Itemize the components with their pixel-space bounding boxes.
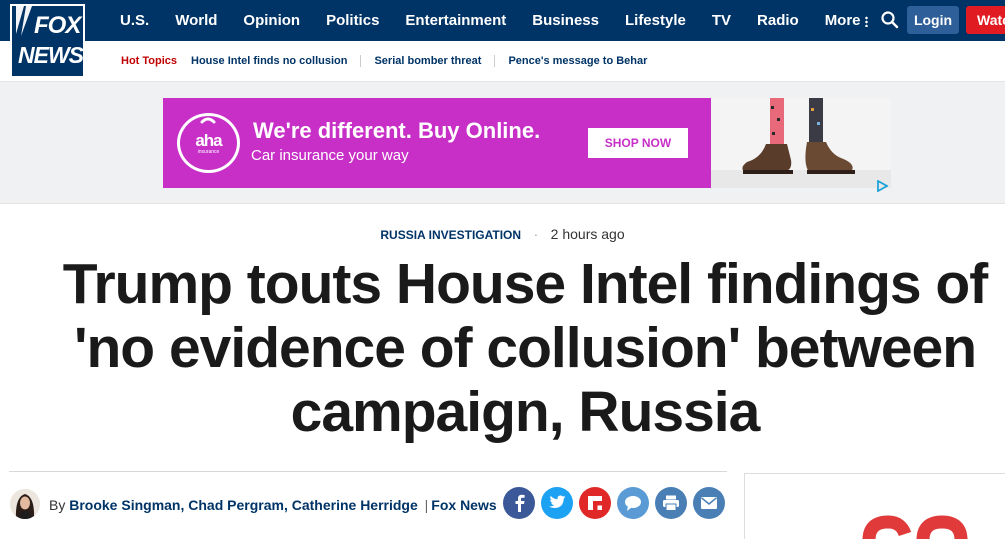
hot-topic-link[interactable]: Serial bomber threat: [360, 55, 494, 67]
ad-logo-text: aha: [195, 131, 222, 150]
nav-item-more[interactable]: More: [825, 12, 868, 29]
watch-button[interactable]: Watch: [966, 6, 1005, 34]
email-icon: [701, 497, 717, 509]
facebook-icon: [515, 494, 525, 512]
article-timestamp: 2 hours ago: [550, 226, 625, 242]
nav-item-entertainment[interactable]: Entertainment: [405, 12, 506, 29]
nav-item-tv[interactable]: TV: [712, 12, 731, 29]
byline-authors[interactable]: Brooke Singman, Chad Pergram, Catherine …: [69, 497, 418, 513]
hot-topic-link[interactable]: Pence's message to Behar: [494, 55, 660, 67]
byline-pipe: |: [424, 497, 429, 513]
nav-item-politics[interactable]: Politics: [326, 12, 379, 29]
ad-brand-logo: aha insurance: [177, 113, 240, 173]
headline-line: campaign, Russia: [290, 380, 761, 444]
nav-item-opinion[interactable]: Opinion: [243, 12, 300, 29]
ad-subline: Car insurance your way: [251, 147, 409, 164]
banner-ad[interactable]: aha insurance We're different. Buy Onlin…: [163, 98, 891, 188]
article-meta: RUSSIA INVESTIGATION · 2 hours ago: [0, 226, 1005, 242]
ad-logo-subtext: insurance: [197, 149, 220, 155]
logo-wordmark-bottom: NEWS: [18, 42, 83, 68]
comment-button[interactable]: [617, 487, 649, 519]
byline-source[interactable]: Fox News: [431, 497, 496, 513]
headline-line: Trump touts House Intel findings of: [62, 252, 988, 316]
more-dots-icon: [864, 15, 868, 27]
fox-news-logo[interactable]: FOX NEWS: [10, 4, 85, 78]
article-category[interactable]: RUSSIA INVESTIGATION: [380, 228, 521, 242]
rail-ad-graphic: [862, 515, 968, 539]
print-icon: [663, 495, 679, 511]
byline-prefix: By: [49, 497, 66, 513]
ad-shop-now-button[interactable]: SHOP NOW: [588, 128, 688, 158]
right-rail-ad[interactable]: [744, 473, 1005, 539]
hot-topics-bar: Hot Topics House Intel finds no collusio…: [0, 41, 1005, 81]
share-buttons: [503, 487, 731, 519]
hot-topic-link[interactable]: House Intel finds no collusion: [191, 55, 360, 67]
nav-item-us[interactable]: U.S.: [120, 12, 149, 29]
flipboard-share-button[interactable]: [579, 487, 611, 519]
meta-separator: ·: [533, 227, 539, 242]
ad-choices-icon[interactable]: [876, 179, 889, 193]
nav-item-business[interactable]: Business: [532, 12, 599, 29]
hot-topics-label: Hot Topics: [121, 55, 178, 67]
nav-item-lifestyle[interactable]: Lifestyle: [625, 12, 686, 29]
login-button[interactable]: Login: [907, 6, 959, 34]
ad-headline: We're different. Buy Online.: [253, 118, 541, 143]
author-avatar[interactable]: [10, 489, 40, 519]
more-label: More: [824, 12, 861, 29]
ad-shoes-image: [711, 98, 891, 188]
email-share-button[interactable]: [693, 487, 725, 519]
logo-wordmark-top: FOX: [34, 12, 81, 39]
twitter-share-button[interactable]: [541, 487, 573, 519]
twitter-icon: [549, 495, 566, 508]
nav-item-world[interactable]: World: [175, 12, 217, 29]
article-byline: By Brooke Singman, Chad Pergram, Catheri…: [49, 497, 497, 513]
article-headline: Trump touts House Intel findings of 'no …: [20, 252, 1005, 444]
nav-item-radio[interactable]: Radio: [757, 12, 799, 29]
comment-icon: [625, 496, 641, 511]
ad-container: aha insurance We're different. Buy Onlin…: [0, 81, 1005, 204]
search-icon[interactable]: [880, 10, 900, 30]
main-nav: U.S. World Opinion Politics Entertainmen…: [120, 0, 894, 41]
byline-divider: [9, 471, 727, 472]
flipboard-icon: [588, 496, 602, 510]
facebook-share-button[interactable]: [503, 487, 535, 519]
headline-line: 'no evidence of collusion' between: [73, 316, 977, 380]
print-button[interactable]: [655, 487, 687, 519]
top-navigation-bar: U.S. World Opinion Politics Entertainmen…: [0, 0, 1005, 41]
